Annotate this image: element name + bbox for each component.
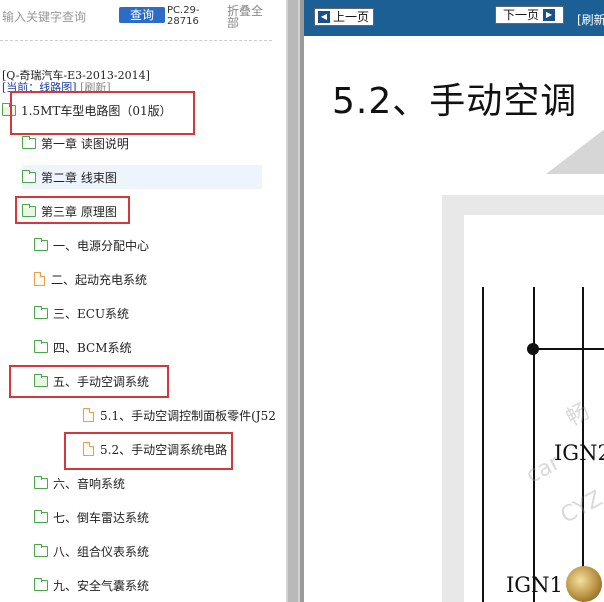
wire-line (482, 287, 484, 602)
tree-item-parking-radar[interactable]: 七、倒车雷达系统 (34, 505, 149, 529)
search-input[interactable]: 输入关键字查询 (2, 8, 86, 25)
tree-item-instrument-cluster[interactable]: 八、组合仪表系统 (34, 539, 149, 563)
wire-label-ign2: IGN2 (554, 441, 604, 465)
folder-icon (34, 339, 48, 353)
scrollbar-thumb[interactable] (288, 0, 298, 602)
tree-item-ecu[interactable]: 三、ECU系统 (34, 301, 129, 325)
folder-icon (34, 577, 48, 591)
tree-item-label: 九、安全气囊系统 (53, 578, 150, 593)
page-title: 5.2、手动空调 (332, 81, 578, 122)
tree-item-label: 八、组合仪表系统 (53, 544, 150, 559)
arrow-right-icon: ▶ (543, 9, 556, 21)
circuit-diagram: IGN2 IGN1 畅 car CYZ (464, 215, 604, 602)
tree-item-bcm[interactable]: 四、BCM系统 (34, 335, 132, 359)
watermark-text: 畅 (562, 399, 594, 432)
document-code: PC.29-28716 (167, 5, 200, 27)
wire-label-ign1: IGN1 (506, 573, 563, 597)
tree-item-label: 三、ECU系统 (53, 306, 130, 321)
tree-item-label: 七、倒车雷达系统 (53, 510, 150, 525)
prev-page-button[interactable]: ◀ 上一页 (314, 8, 374, 26)
wire-line (533, 348, 604, 350)
document-viewer: ◀ 上一页 下一页 ▶ [刷新 5.2、手动空调 IGN2 IGN1 畅 car… (304, 0, 604, 602)
junction-dot (527, 343, 539, 355)
highlight-box (10, 91, 195, 135)
folder-icon (34, 305, 48, 319)
next-page-button[interactable]: 下一页 ▶ (495, 6, 564, 24)
tree-item-label: 六、音响系统 (53, 476, 126, 491)
next-page-label: 下一页 (503, 8, 540, 22)
decorative-shape (546, 128, 604, 174)
folder-icon (22, 169, 36, 183)
prev-page-label: 上一页 (333, 10, 370, 24)
tree-item-label: 第二章 线束图 (41, 170, 117, 185)
watermark-text: CYZ (556, 486, 604, 529)
tree-item-audio[interactable]: 六、音响系统 (34, 471, 125, 495)
tree-item-label: 5.1、手动空调控制面板零件(J52 (100, 408, 276, 423)
highlight-box (15, 196, 130, 224)
folder-icon (34, 475, 48, 489)
file-icon (34, 272, 45, 286)
folder-icon (34, 237, 48, 251)
tree-item-label: 四、BCM系统 (53, 340, 132, 355)
folder-icon (22, 135, 36, 149)
navigation-panel: 输入关键字查询 查询 PC.29-28716 折叠全部 [Q-奇瑞汽车-E3-2… (0, 0, 286, 602)
tree-item-power-distribution[interactable]: 一、电源分配中心 (34, 233, 149, 257)
folder-icon (34, 509, 48, 523)
tree-item-label: 二、起动充电系统 (51, 272, 148, 287)
tree-item-start-charge[interactable]: 二、起动充电系统 (34, 267, 147, 291)
collapse-all-link[interactable]: 折叠全部 (227, 5, 271, 29)
file-icon (83, 408, 94, 422)
wire-line (533, 287, 535, 602)
tree-item-label: 一、电源分配中心 (53, 238, 150, 253)
tree-item-label: 第一章 读图说明 (41, 136, 129, 151)
highlight-box (9, 365, 169, 398)
highlight-box (64, 432, 233, 470)
vertical-scrollbar[interactable] (286, 0, 300, 602)
query-button[interactable]: 查询 (119, 7, 165, 23)
arrow-left-icon: ◀ (318, 11, 330, 23)
refresh-link[interactable]: [刷新 (577, 11, 604, 28)
tree-item-ac-panel-part[interactable]: 5.1、手动空调控制面板零件(J52 (83, 403, 276, 427)
tree-item-chapter-2[interactable]: 第二章 线束图 (22, 165, 262, 189)
folder-icon (34, 543, 48, 557)
watermark-logo (566, 566, 602, 602)
divider (0, 40, 272, 41)
tree-item-airbag[interactable]: 九、安全气囊系统 (34, 573, 149, 597)
viewer-toolbar: ◀ 上一页 下一页 ▶ [刷新 (304, 0, 604, 36)
